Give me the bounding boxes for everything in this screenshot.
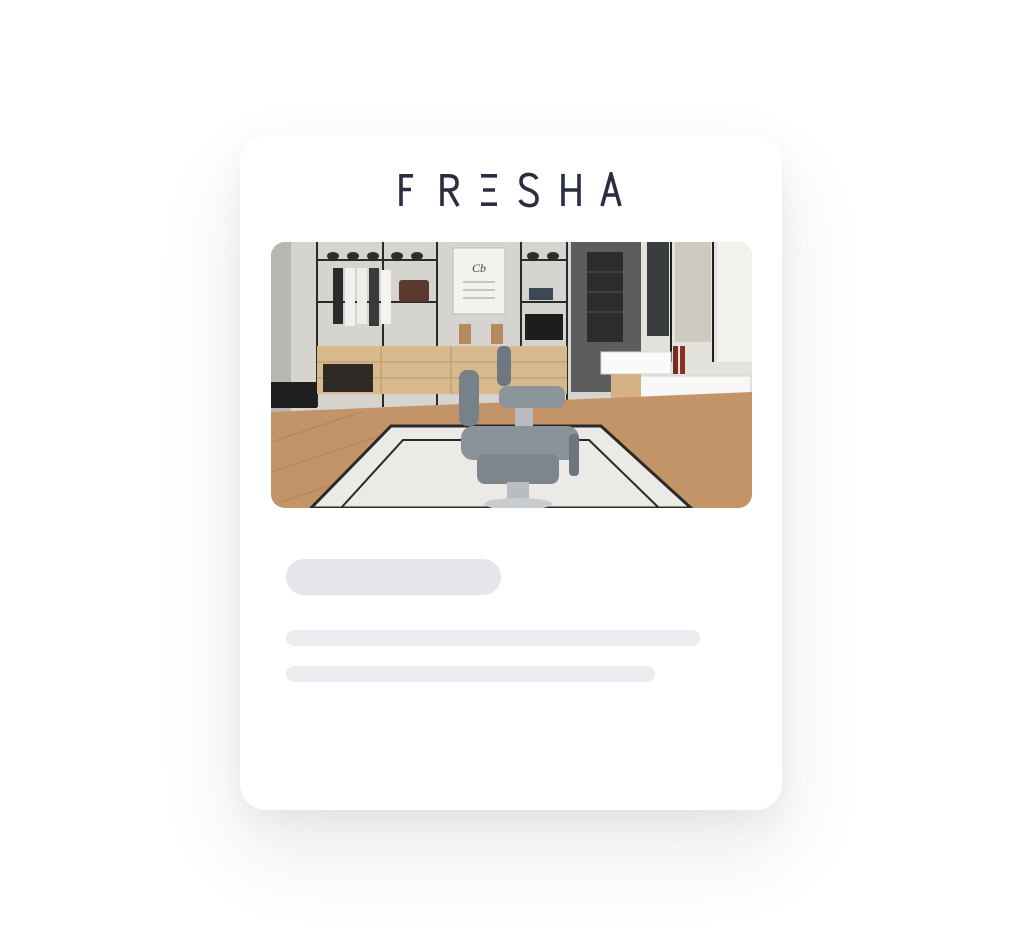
text-line-placeholder — [286, 630, 700, 646]
fresha-logo — [0, 170, 1024, 210]
svg-text:Cb: Cb — [472, 261, 486, 275]
salon-photo: Cb — [271, 242, 752, 508]
barbershop-interior-image: Cb — [271, 242, 752, 508]
text-line-placeholder — [286, 666, 655, 682]
fresha-wordmark-icon — [399, 172, 622, 208]
title-placeholder — [286, 559, 501, 595]
